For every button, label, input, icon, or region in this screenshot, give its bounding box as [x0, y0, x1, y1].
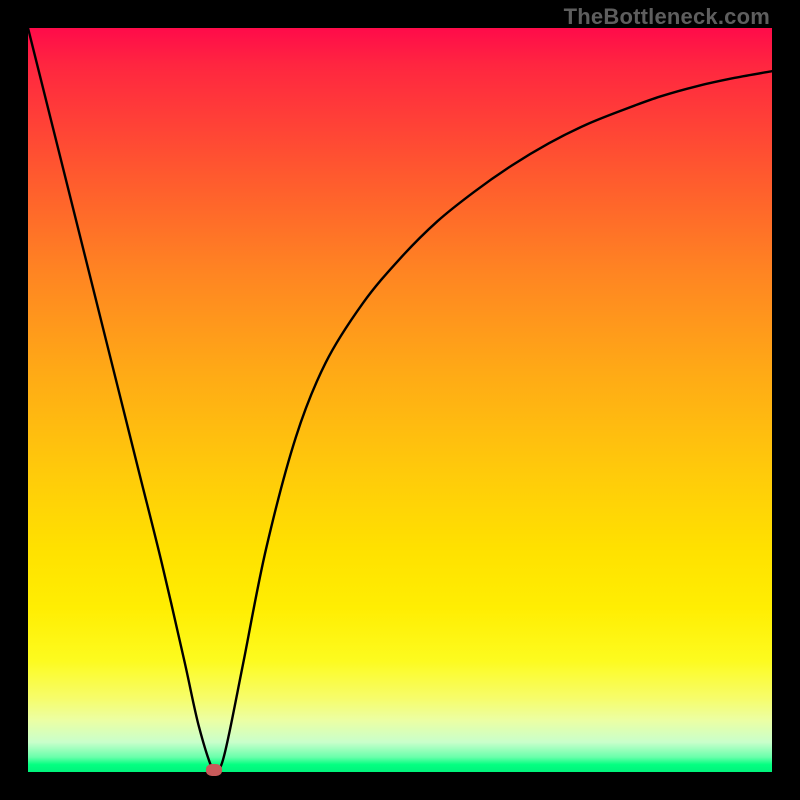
watermark-text: TheBottleneck.com — [564, 4, 770, 30]
optimum-marker — [206, 764, 222, 776]
gradient-background — [28, 28, 772, 772]
plot-frame — [28, 28, 772, 772]
